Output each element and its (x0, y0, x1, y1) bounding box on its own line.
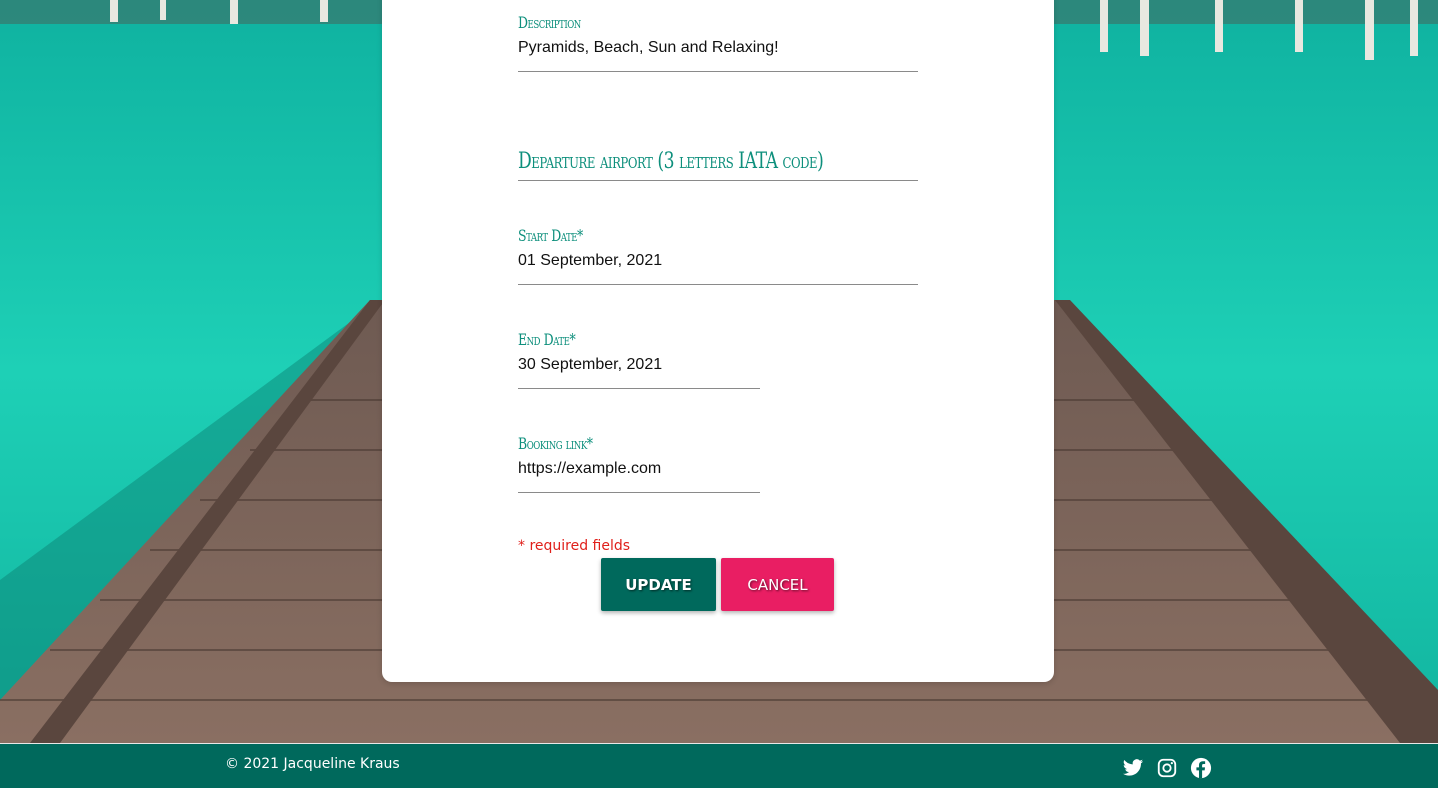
booking-link-field: Booking link* (518, 433, 760, 493)
departure-airport-label[interactable]: Departure airport (3 letters IATA code) (518, 147, 830, 177)
description-input[interactable] (518, 36, 918, 60)
description-underline (518, 71, 918, 72)
end-date-underline (518, 388, 760, 389)
start-date-field: Start Date* (518, 225, 918, 285)
end-date-label: End Date* (518, 330, 576, 349)
facebook-icon[interactable] (1190, 757, 1212, 779)
footer: © 2021 Jacqueline Kraus (0, 743, 1438, 788)
booking-link-input[interactable] (518, 457, 760, 481)
booking-link-underline (518, 492, 760, 493)
edit-trip-form-card: Description Departure airport (3 letters… (382, 0, 1054, 682)
description-field: Description (518, 12, 918, 72)
start-date-label: Start Date* (518, 226, 583, 245)
booking-link-label: Booking link* (518, 434, 593, 453)
departure-airport-underline (518, 180, 918, 181)
instagram-icon[interactable] (1156, 757, 1178, 779)
update-button[interactable]: UPDATE (601, 558, 716, 611)
departure-airport-field: Departure airport (3 letters IATA code) (518, 147, 918, 181)
cancel-button[interactable]: CANCEL (721, 558, 834, 611)
start-date-underline (518, 284, 918, 285)
start-date-input[interactable] (518, 249, 918, 273)
end-date-field: End Date* (518, 329, 760, 389)
end-date-input[interactable] (518, 353, 760, 377)
copyright-text: © 2021 Jacqueline Kraus (225, 756, 400, 772)
required-fields-note: * required fields (518, 538, 631, 554)
description-label: Description (518, 13, 581, 32)
twitter-icon[interactable] (1122, 757, 1144, 779)
